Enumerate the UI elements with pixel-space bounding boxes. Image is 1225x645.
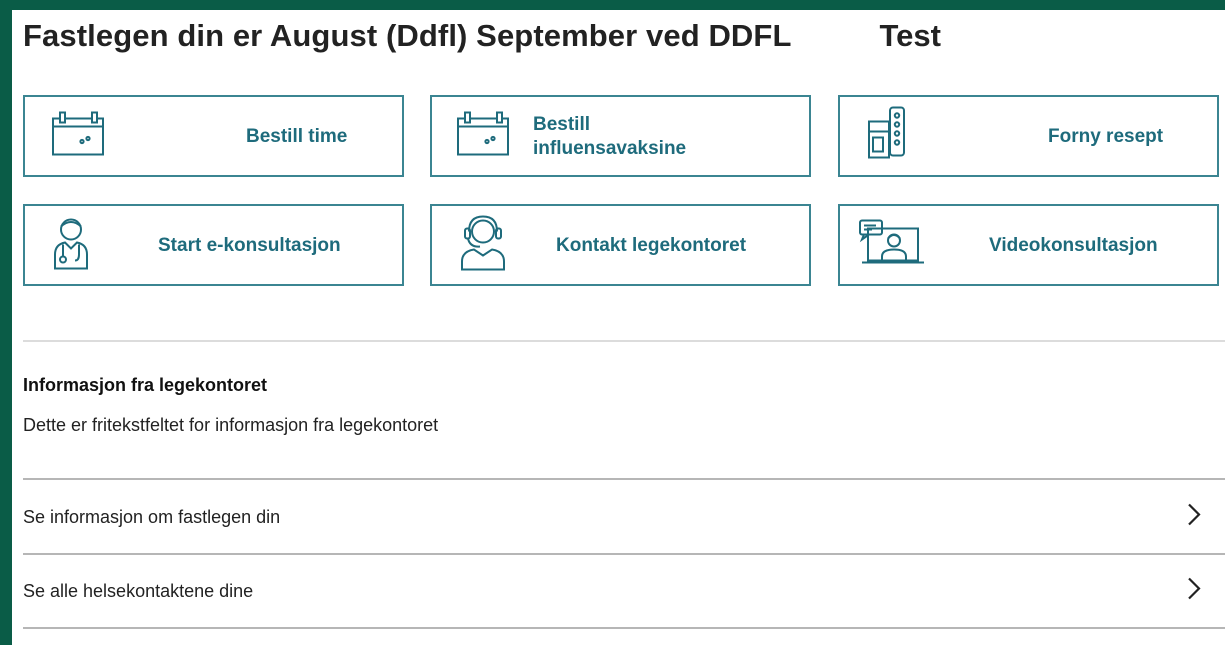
contact-office-label: Kontakt legekontoret	[556, 235, 747, 256]
chevron-right-icon	[1187, 503, 1201, 532]
start-e-consultation-tile[interactable]: Start e-konsultasjon	[23, 204, 404, 286]
headset-agent-icon	[458, 214, 508, 277]
renew-prescription-tile[interactable]: Forny resept	[838, 95, 1219, 177]
window-frame-left	[0, 0, 12, 645]
book-flu-vaccine-label-line2: influensavaksine	[533, 138, 687, 159]
window-frame-top	[0, 0, 1225, 10]
link-all-health-contacts[interactable]: Se alle helsekontaktene dine	[23, 555, 1225, 627]
chevron-right-icon	[1187, 577, 1201, 606]
info-heading: Informasjon fra legekontoret	[23, 375, 268, 395]
book-appointment-label: Bestill time	[246, 126, 348, 147]
page-title: Fastlegen din er August (Ddfl) September…	[23, 18, 792, 53]
video-consultation-label: Videokonsultasjon	[989, 235, 1158, 256]
link-gp-info[interactable]: Se informasjon om fastlegen din	[23, 481, 1225, 553]
list-divider	[23, 478, 1225, 480]
book-appointment-tile[interactable]: Bestill time	[23, 95, 404, 177]
renew-prescription-label: Forny resept	[1048, 126, 1164, 147]
link-gp-info-label: Se informasjon om fastlegen din	[23, 506, 281, 527]
section-divider	[23, 340, 1225, 342]
link-all-health-contacts-label: Se alle helsekontaktene dine	[23, 580, 254, 601]
list-divider	[23, 627, 1225, 629]
page-header: Fastlegen din er August (Ddfl) September…	[23, 18, 941, 54]
prescription-icon	[866, 106, 910, 167]
book-flu-vaccine-label-line1: Bestill	[533, 114, 591, 135]
organization-name: Test	[879, 18, 941, 53]
calendar-icon	[456, 111, 512, 162]
start-e-consultation-label: Start e-konsultasjon	[158, 235, 341, 256]
calendar-icon	[51, 111, 107, 162]
book-flu-vaccine-label: Bestill influensavaksine	[533, 113, 686, 161]
video-consultation-tile[interactable]: Videokonsultasjon	[838, 204, 1219, 286]
video-call-icon	[854, 219, 926, 272]
book-flu-vaccine-tile[interactable]: Bestill influensavaksine	[430, 95, 811, 177]
doctor-icon	[51, 215, 91, 276]
contact-office-tile[interactable]: Kontakt legekontoret	[430, 204, 811, 286]
info-text: Dette er fritekstfeltet for informasjon …	[23, 415, 439, 435]
